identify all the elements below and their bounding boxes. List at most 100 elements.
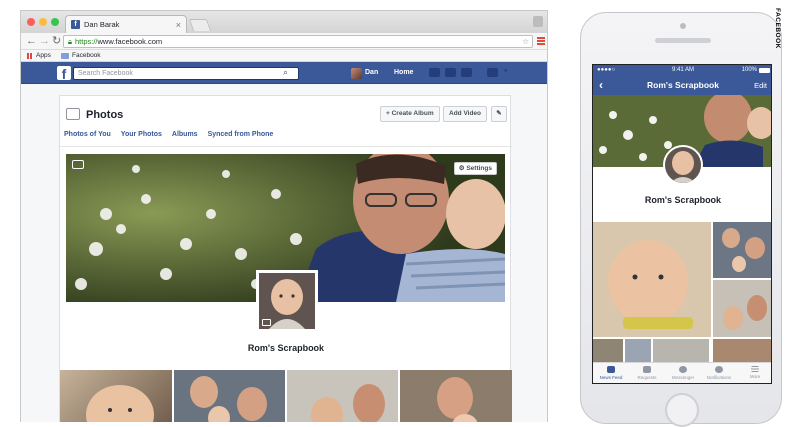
messenger-icon	[679, 366, 687, 373]
tab-label: Messenger	[671, 375, 695, 380]
edit-pencil-icon[interactable]: ✎	[491, 106, 507, 122]
baby-photo-image	[665, 147, 701, 183]
forward-icon[interactable]: →	[39, 35, 50, 48]
tab-synced-from-phone[interactable]: Synced from Phone	[208, 131, 274, 138]
iphone-device: ●●●●○ 9:41 AM 100% ‹ Rom's Scrapbook Edi…	[580, 12, 782, 427]
url-bar[interactable]: 🔒︎ https://www.facebook.com ☆	[63, 35, 533, 48]
earpiece-speaker	[655, 38, 711, 43]
tab-requests[interactable]: Requests	[629, 363, 665, 383]
tab-label: News Feed	[599, 375, 623, 380]
star-icon[interactable]: ☆	[522, 36, 529, 47]
family-photo-image	[190, 376, 267, 422]
settings-label: Settings	[466, 165, 492, 172]
album-photo[interactable]	[400, 370, 512, 422]
apps-icon	[27, 53, 33, 59]
tab-more[interactable]: More	[737, 363, 771, 383]
tab-label: Requests	[637, 375, 657, 380]
create-album-button[interactable]: + Create Album	[380, 106, 440, 122]
close-window-button[interactable]	[27, 18, 35, 26]
album-profile-photo[interactable]	[663, 145, 703, 185]
address-toolbar: ← → ↻ 🔒︎ https://www.facebook.com ☆	[21, 33, 547, 50]
facebook-logo-icon[interactable]: f	[57, 66, 71, 82]
baby-photo-image	[608, 240, 693, 329]
friend-requests-icon[interactable]	[429, 68, 440, 77]
tab-label: More	[749, 374, 761, 379]
tab-news-feed[interactable]: News Feed	[593, 363, 629, 383]
family-photo-image	[311, 384, 385, 422]
url-host: www.facebook.com	[97, 37, 163, 46]
tab-title: Dan Barak	[84, 20, 120, 29]
front-camera	[680, 23, 686, 29]
baby-photo-image	[86, 385, 154, 422]
tab-strip: f Dan Barak ×	[21, 11, 547, 33]
photos-icon	[66, 108, 80, 120]
search-icon[interactable]: ⌕	[283, 67, 288, 78]
album-name: Rom's Scrapbook	[644, 195, 722, 205]
bookmarks-bar: Apps Facebook	[21, 50, 547, 62]
account-menu-icon[interactable]: ▾	[504, 67, 508, 75]
album-name: Rom's Scrapbook	[247, 343, 325, 353]
reload-icon[interactable]: ↻	[52, 35, 61, 48]
camera-icon[interactable]	[72, 160, 84, 169]
url-scheme: https://	[75, 37, 98, 46]
battery-percent: 100%	[741, 67, 757, 73]
home-link[interactable]: Home	[394, 67, 413, 79]
settings-button[interactable]: ⚙ Settings	[453, 162, 497, 175]
album-profile-photo[interactable]	[256, 270, 318, 332]
album-photo[interactable]	[60, 370, 172, 422]
browser-window: f Dan Barak × ← → ↻ 🔒︎ https://www.faceb…	[20, 10, 548, 422]
tab-albums[interactable]: Albums	[172, 131, 198, 138]
phone-nav-bar: ‹ Rom's Scrapbook Edit	[593, 76, 771, 95]
album-photo[interactable]	[713, 280, 771, 337]
add-video-button[interactable]: Add Video	[443, 106, 488, 122]
user-name: Dan	[365, 69, 379, 76]
album-photo[interactable]	[713, 222, 771, 278]
family-photo-image	[722, 228, 765, 272]
menu-icon[interactable]	[537, 37, 545, 45]
globe-icon	[715, 366, 723, 373]
profile-icon[interactable]	[533, 16, 543, 27]
privacy-shortcuts-icon[interactable]	[487, 68, 498, 77]
photos-tabs: Photos of You Your Photos Albums Synced …	[64, 131, 273, 138]
album-photo[interactable]	[713, 339, 771, 362]
requests-icon	[643, 366, 651, 373]
lock-icon: 🔒︎	[68, 37, 72, 46]
status-bar: ●●●●○ 9:41 AM 100%	[593, 65, 771, 76]
phone-tab-bar: News Feed Requests Messenger Notificatio…	[593, 362, 771, 383]
zoom-window-button[interactable]	[51, 18, 59, 26]
user-profile-link[interactable]: Dan	[351, 67, 378, 79]
tab-notifications[interactable]: Notifications	[701, 363, 737, 383]
search-input[interactable]: Search Facebook	[73, 67, 299, 80]
photos-card: Photos + Create Album Add Video ✎ Photos…	[59, 95, 512, 422]
menu-icon	[751, 366, 759, 372]
album-photo[interactable]	[174, 370, 285, 422]
back-icon[interactable]: ←	[26, 35, 37, 48]
avatar	[351, 67, 362, 79]
bookmark-facebook[interactable]: Facebook	[72, 50, 101, 61]
divider	[60, 146, 512, 147]
new-tab-button[interactable]	[188, 19, 212, 31]
album-photo[interactable]	[653, 339, 709, 362]
nav-title: Rom's Scrapbook	[647, 80, 719, 90]
bookmark-apps[interactable]: Apps	[36, 50, 51, 61]
page-title: Photos	[86, 109, 124, 121]
battery-icon	[759, 68, 770, 73]
news-feed-icon	[607, 366, 615, 373]
notifications-icon[interactable]	[461, 68, 472, 77]
minimize-window-button[interactable]	[39, 18, 47, 26]
messages-icon[interactable]	[445, 68, 456, 77]
camera-icon[interactable]	[262, 319, 271, 326]
edit-button[interactable]: Edit	[754, 76, 767, 95]
family-photo-image	[723, 295, 767, 330]
tab-label: Notifications	[706, 375, 732, 380]
tab-photos-of-you[interactable]: Photos of You	[64, 131, 111, 138]
close-tab-icon[interactable]: ×	[176, 20, 181, 30]
browser-tab[interactable]: f Dan Barak ×	[65, 15, 187, 33]
tab-your-photos[interactable]: Your Photos	[121, 131, 162, 138]
tab-messenger[interactable]: Messenger	[665, 363, 701, 383]
album-photo[interactable]	[625, 339, 651, 362]
facebook-favicon-icon: f	[71, 20, 80, 29]
album-photo[interactable]	[287, 370, 398, 422]
album-photo[interactable]	[593, 339, 623, 362]
album-photo[interactable]	[593, 222, 711, 337]
